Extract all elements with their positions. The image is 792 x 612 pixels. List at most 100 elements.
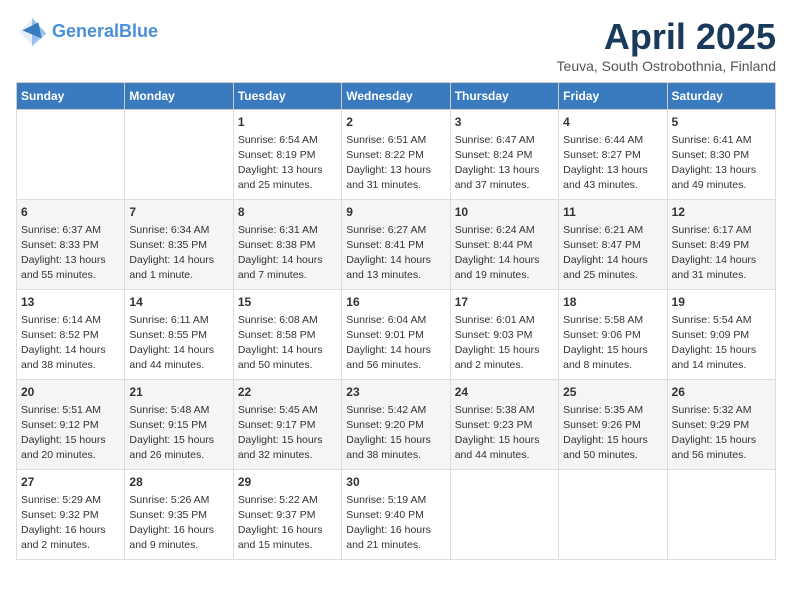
day-number: 23 — [346, 384, 445, 401]
calendar-cell: 7 Sunrise: 6:34 AM Sunset: 8:35 PM Daylig… — [125, 200, 233, 290]
day-number: 20 — [21, 384, 120, 401]
day-info: Sunrise: 5:38 AM Sunset: 9:23 PM Dayligh… — [455, 403, 554, 464]
day-info: Sunrise: 5:51 AM Sunset: 9:12 PM Dayligh… — [21, 403, 120, 464]
day-number: 6 — [21, 204, 120, 221]
calendar-cell: 29 Sunrise: 5:22 AM Sunset: 9:37 PM Dayli… — [233, 470, 341, 560]
day-info: Sunrise: 6:14 AM Sunset: 8:52 PM Dayligh… — [21, 313, 120, 374]
day-info: Sunrise: 6:31 AM Sunset: 8:38 PM Dayligh… — [238, 223, 337, 284]
day-info: Sunrise: 5:22 AM Sunset: 9:37 PM Dayligh… — [238, 493, 337, 554]
day-number: 28 — [129, 474, 228, 491]
logo-line2: Blue — [119, 21, 158, 41]
logo: GeneralBlue — [16, 16, 158, 48]
header: GeneralBlue April 2025 Teuva, South Ostr… — [16, 16, 776, 74]
calendar-header-row: SundayMondayTuesdayWednesdayThursdayFrid… — [17, 83, 776, 110]
calendar-week-row: 27 Sunrise: 5:29 AM Sunset: 9:32 PM Dayli… — [17, 470, 776, 560]
day-number: 27 — [21, 474, 120, 491]
calendar-cell — [559, 470, 667, 560]
weekday-header: Saturday — [667, 83, 775, 110]
day-info: Sunrise: 6:54 AM Sunset: 8:19 PM Dayligh… — [238, 133, 337, 194]
calendar-week-row: 6 Sunrise: 6:37 AM Sunset: 8:33 PM Daylig… — [17, 200, 776, 290]
calendar-cell: 20 Sunrise: 5:51 AM Sunset: 9:12 PM Dayli… — [17, 380, 125, 470]
day-number: 13 — [21, 294, 120, 311]
logo-text: GeneralBlue — [52, 22, 158, 42]
day-info: Sunrise: 6:21 AM Sunset: 8:47 PM Dayligh… — [563, 223, 662, 284]
calendar-cell: 2 Sunrise: 6:51 AM Sunset: 8:22 PM Daylig… — [342, 110, 450, 200]
title-area: April 2025 Teuva, South Ostrobothnia, Fi… — [557, 16, 776, 74]
calendar-cell: 5 Sunrise: 6:41 AM Sunset: 8:30 PM Daylig… — [667, 110, 775, 200]
day-info: Sunrise: 5:42 AM Sunset: 9:20 PM Dayligh… — [346, 403, 445, 464]
calendar-cell: 18 Sunrise: 5:58 AM Sunset: 9:06 PM Dayli… — [559, 290, 667, 380]
calendar-cell: 19Sunrise: 5:54 AM Sunset: 9:09 PM Dayli… — [667, 290, 775, 380]
day-info: Sunrise: 5:54 AM Sunset: 9:09 PM Dayligh… — [672, 313, 771, 374]
calendar-cell: 17 Sunrise: 6:01 AM Sunset: 9:03 PM Dayli… — [450, 290, 558, 380]
logo-icon — [16, 16, 48, 48]
calendar-cell — [17, 110, 125, 200]
calendar-week-row: 20 Sunrise: 5:51 AM Sunset: 9:12 PM Dayli… — [17, 380, 776, 470]
day-info: Sunrise: 5:58 AM Sunset: 9:06 PM Dayligh… — [563, 313, 662, 374]
day-info: Sunrise: 6:11 AM Sunset: 8:55 PM Dayligh… — [129, 313, 228, 374]
day-info: Sunrise: 6:44 AM Sunset: 8:27 PM Dayligh… — [563, 133, 662, 194]
day-number: 2 — [346, 114, 445, 131]
calendar-cell: 11 Sunrise: 6:21 AM Sunset: 8:47 PM Dayli… — [559, 200, 667, 290]
day-number: 29 — [238, 474, 337, 491]
calendar-cell — [450, 470, 558, 560]
calendar-cell: 10 Sunrise: 6:24 AM Sunset: 8:44 PM Dayli… — [450, 200, 558, 290]
day-info: Sunrise: 6:04 AM Sunset: 9:01 PM Dayligh… — [346, 313, 445, 374]
day-info: Sunrise: 6:08 AM Sunset: 8:58 PM Dayligh… — [238, 313, 337, 374]
calendar-cell: 3Sunrise: 6:47 AM Sunset: 8:24 PM Daylig… — [450, 110, 558, 200]
calendar-cell: 26 Sunrise: 5:32 AM Sunset: 9:29 PM Dayli… — [667, 380, 775, 470]
weekday-header: Tuesday — [233, 83, 341, 110]
calendar-cell — [125, 110, 233, 200]
day-info: Sunrise: 5:32 AM Sunset: 9:29 PM Dayligh… — [672, 403, 771, 464]
day-number: 15 — [238, 294, 337, 311]
calendar-week-row: 13 Sunrise: 6:14 AM Sunset: 8:52 PM Dayli… — [17, 290, 776, 380]
day-info: Sunrise: 6:24 AM Sunset: 8:44 PM Dayligh… — [455, 223, 554, 284]
weekday-header: Thursday — [450, 83, 558, 110]
day-info: Sunrise: 6:34 AM Sunset: 8:35 PM Dayligh… — [129, 223, 228, 284]
day-number: 30 — [346, 474, 445, 491]
logo-line1: General — [52, 21, 119, 41]
calendar-cell: 30 Sunrise: 5:19 AM Sunset: 9:40 PM Dayli… — [342, 470, 450, 560]
day-info: Sunrise: 5:19 AM Sunset: 9:40 PM Dayligh… — [346, 493, 445, 554]
calendar-cell: 4 Sunrise: 6:44 AM Sunset: 8:27 PM Daylig… — [559, 110, 667, 200]
day-info: Sunrise: 5:26 AM Sunset: 9:35 PM Dayligh… — [129, 493, 228, 554]
day-number: 11 — [563, 204, 662, 221]
day-number: 17 — [455, 294, 554, 311]
calendar-cell: 8 Sunrise: 6:31 AM Sunset: 8:38 PM Daylig… — [233, 200, 341, 290]
calendar-cell: 25Sunrise: 5:35 AM Sunset: 9:26 PM Dayli… — [559, 380, 667, 470]
calendar-cell: 15 Sunrise: 6:08 AM Sunset: 8:58 PM Dayli… — [233, 290, 341, 380]
day-info: Sunrise: 5:29 AM Sunset: 9:32 PM Dayligh… — [21, 493, 120, 554]
day-number: 10 — [455, 204, 554, 221]
day-number: 8 — [238, 204, 337, 221]
day-number: 7 — [129, 204, 228, 221]
calendar-cell: 27 Sunrise: 5:29 AM Sunset: 9:32 PM Dayli… — [17, 470, 125, 560]
day-info: Sunrise: 6:41 AM Sunset: 8:30 PM Dayligh… — [672, 133, 771, 194]
month-title: April 2025 — [557, 16, 776, 58]
day-number: 26 — [672, 384, 771, 401]
day-number: 16 — [346, 294, 445, 311]
calendar: SundayMondayTuesdayWednesdayThursdayFrid… — [16, 82, 776, 560]
calendar-week-row: 1 Sunrise: 6:54 AM Sunset: 8:19 PM Daylig… — [17, 110, 776, 200]
weekday-header: Friday — [559, 83, 667, 110]
day-number: 21 — [129, 384, 228, 401]
calendar-cell: 28 Sunrise: 5:26 AM Sunset: 9:35 PM Dayli… — [125, 470, 233, 560]
calendar-cell: 16 Sunrise: 6:04 AM Sunset: 9:01 PM Dayli… — [342, 290, 450, 380]
day-number: 5 — [672, 114, 771, 131]
day-number: 24 — [455, 384, 554, 401]
day-info: Sunrise: 6:01 AM Sunset: 9:03 PM Dayligh… — [455, 313, 554, 374]
day-number: 18 — [563, 294, 662, 311]
day-number: 4 — [563, 114, 662, 131]
day-number: 12 — [672, 204, 771, 221]
day-number: 1 — [238, 114, 337, 131]
weekday-header: Wednesday — [342, 83, 450, 110]
day-info: Sunrise: 6:51 AM Sunset: 8:22 PM Dayligh… — [346, 133, 445, 194]
calendar-cell: 14Sunrise: 6:11 AM Sunset: 8:55 PM Dayli… — [125, 290, 233, 380]
calendar-cell: 12 Sunrise: 6:17 AM Sunset: 8:49 PM Dayli… — [667, 200, 775, 290]
calendar-cell — [667, 470, 775, 560]
day-info: Sunrise: 5:48 AM Sunset: 9:15 PM Dayligh… — [129, 403, 228, 464]
day-info: Sunrise: 5:45 AM Sunset: 9:17 PM Dayligh… — [238, 403, 337, 464]
day-info: Sunrise: 6:37 AM Sunset: 8:33 PM Dayligh… — [21, 223, 120, 284]
day-info: Sunrise: 6:17 AM Sunset: 8:49 PM Dayligh… — [672, 223, 771, 284]
calendar-cell: 1 Sunrise: 6:54 AM Sunset: 8:19 PM Daylig… — [233, 110, 341, 200]
calendar-cell: 21 Sunrise: 5:48 AM Sunset: 9:15 PM Dayli… — [125, 380, 233, 470]
